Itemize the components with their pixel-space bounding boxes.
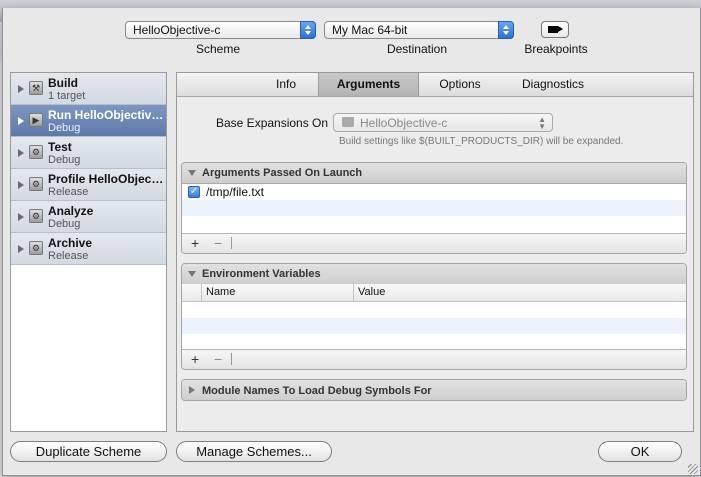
disclosure-triangle-icon[interactable] [18,213,24,221]
arguments-footer: + − [182,233,686,253]
analyze-icon: ⚙ [29,209,43,223]
sidebar-item-name: Run HelloObjective-c [48,108,165,122]
module-names-group-header[interactable]: Module Names To Load Debug Symbols For [182,380,686,400]
scheme-popup[interactable]: HelloObjective-c [125,21,316,39]
scheme-action-list: ⚒ Build 1 target ▶ Run HelloObjective-c … [10,72,167,432]
sidebar-item-profile[interactable]: ⚙ Profile HelloObject… Release [11,169,166,201]
arguments-group-title: Arguments Passed On Launch [202,167,363,179]
argument-enabled-checkbox[interactable]: ✓ [188,186,200,198]
run-icon: ▶ [29,113,43,127]
empty-row [182,302,686,318]
breakpoints-button[interactable] [541,21,569,38]
environment-group-title: Environment Variables [202,268,321,280]
disclosure-triangle-icon[interactable] [18,117,24,125]
ok-button[interactable]: OK [598,441,682,462]
base-expansions-popup[interactable]: HelloObjective-c ▲ ▼ [333,113,553,132]
tab-info[interactable]: Info [247,73,325,96]
breakpoints-label: Breakpoints [524,42,588,56]
sidebar-item-sub: Release [48,250,89,262]
tab-options[interactable]: Options [419,73,501,96]
sidebar-item-name: Archive [48,236,93,250]
instruments-icon: ⚙ [29,177,43,191]
column-name[interactable]: Name [202,284,354,301]
sidebar-item-run[interactable]: ▶ Run HelloObjective-c Debug [11,105,166,137]
remove-argument-button[interactable]: − [214,235,222,251]
arguments-group-header[interactable]: Arguments Passed On Launch [182,163,686,184]
sidebar-item-sub: Debug [48,122,81,134]
empty-row [182,216,686,232]
column-value[interactable]: Value [354,284,686,301]
sidebar-item-analyze[interactable]: ⚙ Analyze Debug [11,201,166,233]
module-names-group: Module Names To Load Debug Symbols For [181,379,687,401]
footer-divider [231,237,232,249]
destination-label: Destination [386,42,448,56]
destination-popup[interactable]: My Mac 64-bit [324,21,514,39]
empty-row [182,318,686,334]
empty-row [182,200,686,216]
destination-popup-value: My Mac 64-bit [332,23,408,37]
disclosure-triangle-icon[interactable] [18,245,24,253]
scheme-popup-value: HelloObjective-c [133,23,221,37]
tab-arguments[interactable]: Arguments [318,73,419,96]
argument-row[interactable]: ✓ /tmp/file.txt [182,184,686,200]
archive-icon: ⚙ [29,241,43,255]
sidebar-item-archive[interactable]: ⚙ Archive Release [11,233,166,265]
disclosure-triangle-icon[interactable] [18,181,24,189]
remove-variable-button[interactable]: − [214,351,222,367]
sidebar-item-sub: Release [48,186,89,198]
disclosure-triangle-icon[interactable] [18,149,24,157]
manage-schemes-button[interactable]: Manage Schemes... [176,441,332,462]
scheme-label: Scheme [195,42,241,56]
base-expansions-value: HelloObjective-c [360,116,448,130]
arguments-group: Arguments Passed On Launch ✓ /tmp/file.t… [181,162,687,254]
add-variable-button[interactable]: + [191,351,199,367]
sidebar-item-sub: 1 target [48,90,86,102]
sidebar-item-name: Profile HelloObject… [48,172,165,186]
environment-column-header: Name Value [182,284,686,302]
popup-arrows-icon [498,21,514,39]
empty-row [182,334,686,350]
sidebar-item-name: Build [48,76,78,90]
sidebar-item-build[interactable]: ⚒ Build 1 target [11,73,166,105]
sidebar-item-sub: Debug [48,218,81,230]
base-expansions-hint: Build settings like $(BUILT_PRODUCTS_DIR… [339,136,624,147]
breakpoint-icon [548,26,563,33]
disclosure-closed-icon[interactable] [189,386,195,394]
resize-grip-icon[interactable] [688,464,698,474]
environment-footer: + − [182,349,686,369]
tab-diagnostics[interactable]: Diagnostics [507,73,599,96]
target-icon [342,117,354,127]
wrench-icon: ⚙ [29,145,43,159]
sidebar-item-name: Analyze [48,204,94,218]
disclosure-open-icon[interactable] [188,271,196,277]
footer-divider [231,353,232,365]
module-names-group-title: Module Names To Load Debug Symbols For [202,385,432,397]
popup-arrows-icon: ▲ ▼ [538,115,546,131]
sidebar-item-sub: Debug [48,154,81,166]
disclosure-open-icon[interactable] [188,170,196,176]
base-expansions-label: Base Expansions On [216,116,329,130]
duplicate-scheme-button[interactable]: Duplicate Scheme [10,441,167,462]
tab-bar: Info Arguments Options Diagnostics [177,73,693,97]
environment-group-header[interactable]: Environment Variables [182,264,686,285]
sidebar-item-test[interactable]: ⚙ Test Debug [11,137,166,169]
disclosure-triangle-icon[interactable] [18,85,24,93]
argument-value[interactable]: /tmp/file.txt [206,185,264,199]
hammer-icon: ⚒ [29,81,43,95]
environment-group: Environment Variables Name Value + − [181,263,687,370]
sidebar-item-name: Test [48,140,72,154]
popup-arrows-icon [300,21,316,39]
column-spacer [182,284,202,301]
add-argument-button[interactable]: + [191,235,199,251]
